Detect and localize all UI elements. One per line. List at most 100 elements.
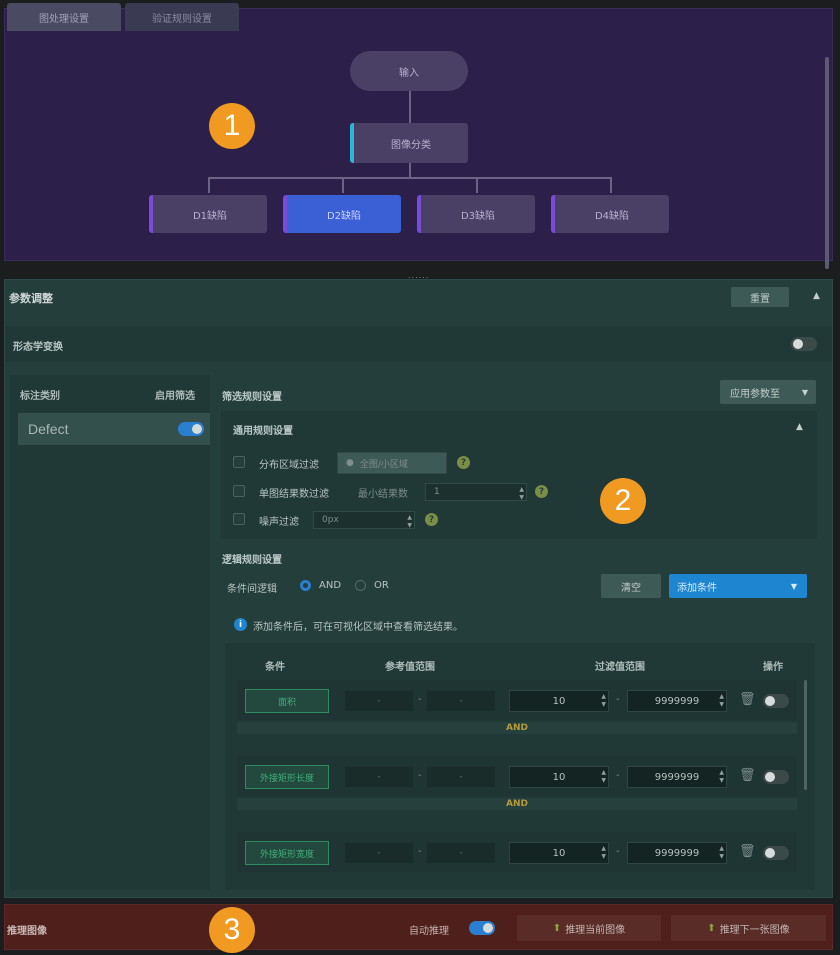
table-row: 外接矩形长度 - - - 10 ▲ ▼ - 9999999 ▲ ▼ 🗑: [237, 756, 797, 796]
infer-current-label: 推理当前图像: [565, 924, 626, 936]
param-panel-title: 参数调整: [9, 292, 53, 305]
trash-icon[interactable]: 🗑: [739, 844, 756, 859]
spinner-icon[interactable]: ▲ ▼: [601, 693, 606, 709]
and-label: AND: [506, 799, 528, 809]
apply-to-label: 应用参数至: [730, 388, 780, 400]
ref-min: -: [345, 843, 413, 863]
help-icon[interactable]: ?: [535, 485, 548, 498]
flow-scrollbar[interactable]: [825, 57, 829, 269]
spinner-icon[interactable]: ▲ ▼: [601, 845, 606, 861]
filter-min-input[interactable]: 10 ▲ ▼: [509, 690, 609, 712]
infer-current-button[interactable]: ⬆ 推理当前图像: [517, 915, 661, 941]
rule-3-label: 噪声过滤: [259, 517, 299, 528]
class-col-header: 标注类别: [20, 391, 60, 402]
flow-node-d2[interactable]: D2缺陷: [283, 195, 401, 233]
infer-next-button[interactable]: ⬆ 推理下一张图像: [671, 915, 826, 941]
range-dash: -: [418, 846, 422, 857]
connector-d2: [342, 177, 344, 193]
logic-label: 条件间逻辑: [227, 584, 277, 595]
flow-panel: 图处理设置 验证规则设置 输入 图像分类 D1缺陷 D2缺陷 D3缺陷 D4缺陷: [4, 3, 833, 269]
rule-2-sublabel: 最小结果数: [358, 489, 408, 500]
class-list: 标注类别 启用筛选 Defect: [10, 375, 210, 890]
enable-col-header: 启用筛选: [155, 391, 195, 402]
and-label: AND: [506, 723, 528, 733]
rule-2-input[interactable]: 1 ▲ ▼: [425, 483, 527, 501]
pin-icon: ⬆: [552, 922, 562, 934]
table-row: 外接矩形宽度 - - - 10 ▲ ▼ - 9999999 ▲ ▼ 🗑: [237, 832, 797, 872]
connector-input-classify: [409, 90, 411, 124]
filter-min-input[interactable]: 10 ▲ ▼: [509, 842, 609, 864]
morph-toggle[interactable]: [791, 337, 817, 351]
connector-d4: [610, 177, 612, 193]
ref-min: -: [345, 767, 413, 787]
range-dash: -: [616, 770, 620, 781]
chevron-down-icon: ▼: [790, 581, 797, 591]
class-row-defect[interactable]: Defect: [18, 413, 210, 445]
filter-max-value: 9999999: [654, 695, 700, 707]
ref-min: -: [345, 691, 413, 711]
condition-tag[interactable]: 外接矩形宽度: [245, 841, 329, 865]
auto-infer-label: 自动推理: [409, 926, 449, 937]
table-scrollbar[interactable]: [804, 680, 807, 790]
filter-min-input[interactable]: 10 ▲ ▼: [509, 766, 609, 788]
param-panel: 参数调整 重置 ▲ 形态学变换 标注类别 启用筛选 Defect 筛选规则设置 …: [4, 279, 833, 898]
rule-3-input[interactable]: 0px ▲ ▼: [313, 511, 415, 529]
connector-d1: [208, 177, 210, 193]
spinner-icon[interactable]: ▲ ▼: [519, 486, 524, 502]
spinner-icon[interactable]: ▲ ▼: [719, 693, 724, 709]
inference-bar: 推理图像 自动推理 ⬆ 推理当前图像 ⬆ 推理下一张图像: [4, 904, 833, 950]
filter-min-value: 10: [552, 771, 566, 783]
apply-to-dropdown[interactable]: 应用参数至 ▼: [720, 380, 816, 404]
condition-toggle[interactable]: [763, 694, 789, 708]
inference-title: 推理图像: [7, 926, 47, 937]
rule-3-checkbox[interactable]: [233, 513, 245, 525]
ref-max: -: [427, 691, 495, 711]
circle-icon: ●: [346, 458, 354, 468]
filter-max-value: 9999999: [654, 771, 700, 783]
condition-tag[interactable]: 外接矩形长度: [245, 765, 329, 789]
flow-node-input[interactable]: 输入: [350, 51, 468, 91]
flow-node-d3[interactable]: D3缺陷: [417, 195, 535, 233]
filter-settings: 筛选规则设置 应用参数至 ▼ 通用规则设置 ▲ 分布区域过滤 ● 全图/小区域 …: [217, 375, 825, 890]
spinner-icon[interactable]: ▲ ▼: [719, 845, 724, 861]
help-icon[interactable]: ?: [457, 456, 470, 469]
connector-d3: [476, 177, 478, 193]
filter-max-input[interactable]: 9999999 ▲ ▼: [627, 766, 727, 788]
rule-1-select[interactable]: ● 全图/小区域: [337, 452, 447, 474]
spinner-icon[interactable]: ▲ ▼: [719, 769, 724, 785]
rule-2-checkbox[interactable]: [233, 485, 245, 497]
add-condition-dropdown[interactable]: 添加条件 ▼: [669, 574, 807, 598]
clear-button[interactable]: 清空: [601, 574, 661, 598]
spinner-icon[interactable]: ▲ ▼: [601, 769, 606, 785]
add-condition-label: 添加条件: [677, 582, 717, 594]
logic-and-label: AND: [319, 580, 342, 591]
filter-min-value: 10: [552, 847, 566, 859]
trash-icon[interactable]: 🗑: [739, 768, 756, 783]
ref-max: -: [427, 767, 495, 787]
flow-node-d1[interactable]: D1缺陷: [149, 195, 267, 233]
col-header-ref-range: 参考值范围: [385, 662, 435, 673]
logic-and-radio[interactable]: [300, 580, 311, 591]
filter-settings-title: 筛选规则设置: [222, 392, 282, 403]
collapse-icon[interactable]: ▲: [813, 291, 820, 301]
rule-2-label: 单图结果数过滤: [259, 489, 329, 500]
class-enable-toggle[interactable]: [178, 422, 204, 436]
help-icon[interactable]: ?: [425, 513, 438, 526]
filter-max-input[interactable]: 9999999 ▲ ▼: [627, 842, 727, 864]
collapse-general-icon[interactable]: ▲: [796, 422, 803, 432]
auto-infer-toggle[interactable]: [469, 921, 495, 935]
conditions-table: 条件 参考值范围 过滤值范围 操作 面积 - - - 10 ▲ ▼ - 99999…: [225, 643, 815, 890]
filter-max-input[interactable]: 9999999 ▲ ▼: [627, 690, 727, 712]
filter-max-value: 9999999: [654, 847, 700, 859]
flow-node-d4[interactable]: D4缺陷: [551, 195, 669, 233]
col-header-condition: 条件: [265, 662, 285, 673]
condition-toggle[interactable]: [763, 770, 789, 784]
condition-toggle[interactable]: [763, 846, 789, 860]
condition-tag[interactable]: 面积: [245, 689, 329, 713]
spinner-icon[interactable]: ▲ ▼: [407, 514, 412, 530]
rule-1-checkbox[interactable]: [233, 456, 245, 468]
flow-node-classify[interactable]: 图像分类: [350, 123, 468, 163]
reset-button[interactable]: 重置: [731, 287, 789, 307]
trash-icon[interactable]: 🗑: [739, 692, 756, 707]
logic-or-radio[interactable]: [355, 580, 366, 591]
